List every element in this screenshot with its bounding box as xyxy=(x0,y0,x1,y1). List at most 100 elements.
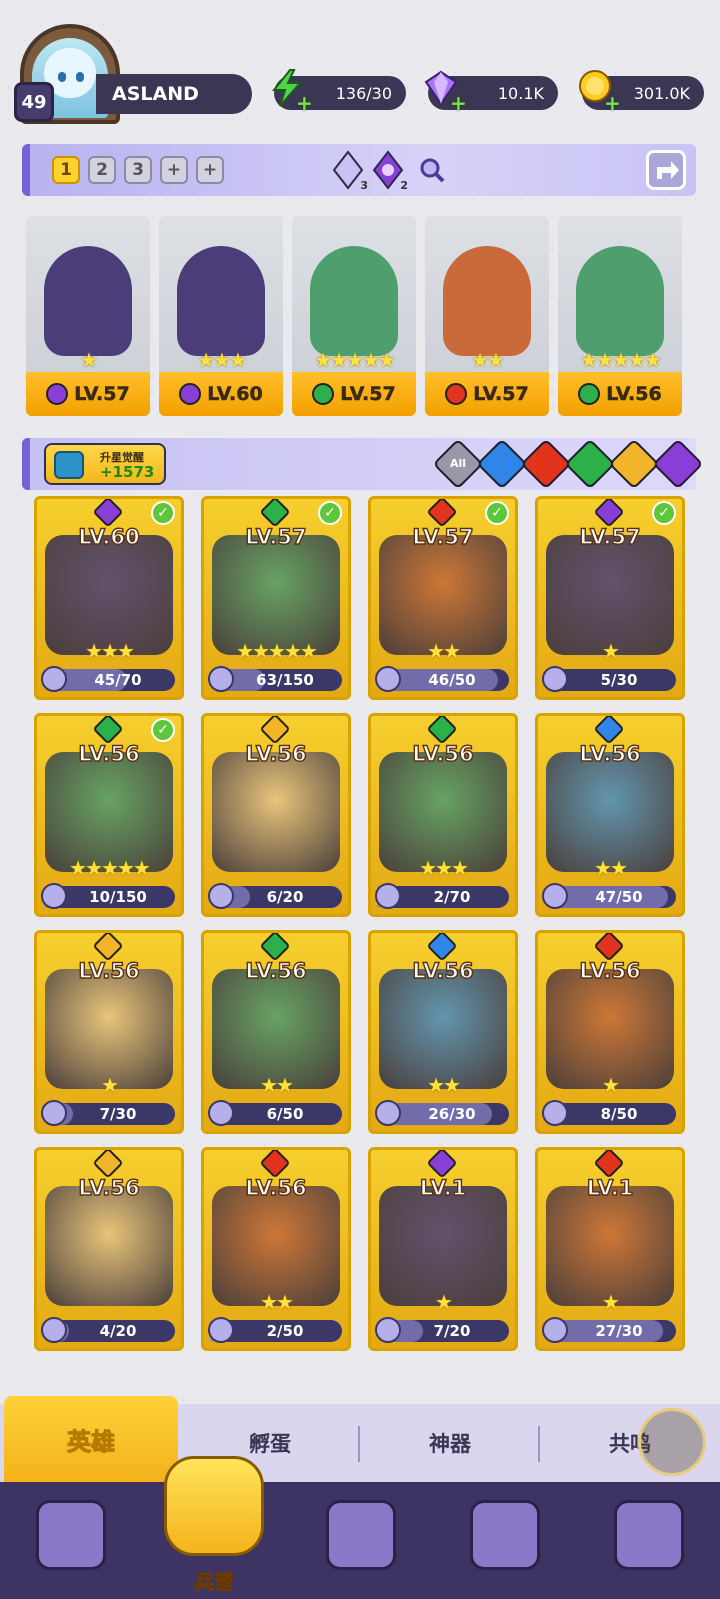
dark-element-icon xyxy=(92,499,124,528)
shard-progress: 45/70 xyxy=(41,666,175,692)
hero-card[interactable]: ✓ LV.57 ★ 5/30 xyxy=(535,496,685,700)
hero-card[interactable]: LV.56 ★★ 6/50 xyxy=(201,930,351,1134)
dark-crystal-icon[interactable]: 2 xyxy=(370,150,408,192)
hero-level: LV.56 xyxy=(245,741,308,766)
hero-portrait xyxy=(443,246,531,356)
hero-level: LV.57 xyxy=(245,524,308,549)
nav-castle[interactable] xyxy=(460,1500,550,1584)
hero-card[interactable]: ✓ LV.57 ★★★★★ 63/150 xyxy=(201,496,351,700)
tab-artifacts[interactable]: 神器 xyxy=(360,1404,540,1482)
team-hero-card[interactable]: ★★★ LV.60 xyxy=(159,216,283,416)
shard-progress: 5/30 xyxy=(542,666,676,692)
team-hero-card[interactable]: ★★★★★ LV.57 xyxy=(292,216,416,416)
nature-element-icon xyxy=(92,716,124,745)
hero-stars: ★★★★★ xyxy=(236,639,318,663)
hero-card[interactable]: ✓ LV.56 ★★★★★ 10/150 xyxy=(34,713,184,917)
hero-card[interactable]: ✓ LV.57 ★★ 46/50 xyxy=(368,496,518,700)
dark-element-icon xyxy=(179,383,202,405)
team-slot-add-1[interactable]: + xyxy=(160,156,188,184)
hero-level: LV.56 xyxy=(245,958,308,983)
shard-icon xyxy=(41,666,67,692)
hero-art xyxy=(379,535,507,655)
energy-counter[interactable]: + 136/30 xyxy=(271,69,406,113)
crystal-icon[interactable]: 3 xyxy=(330,150,368,192)
team-hero-level: LV.60 xyxy=(207,383,263,406)
nav-map[interactable] xyxy=(316,1500,406,1584)
hero-stars: ★★ xyxy=(427,639,461,663)
fire-element-icon xyxy=(426,499,458,528)
energy-value: 136/30 xyxy=(335,83,392,103)
shard-progress: 46/50 xyxy=(375,666,509,692)
filter-all[interactable]: All xyxy=(432,438,484,490)
team-slot-1[interactable]: 1 xyxy=(52,156,80,184)
hero-level: LV.57 xyxy=(579,524,642,549)
energy-plus-icon[interactable]: + xyxy=(296,93,314,113)
hero-art xyxy=(212,969,340,1089)
nature-element-icon xyxy=(426,716,458,745)
hero-level: LV.56 xyxy=(78,1175,141,1200)
hero-card[interactable]: LV.1 ★ 7/20 xyxy=(368,1147,518,1351)
team-slot-2[interactable]: 2 xyxy=(88,156,116,184)
shard-icon xyxy=(375,883,401,909)
hero-card[interactable]: LV.56 ★★★ 2/70 xyxy=(368,713,518,917)
shard-progress: 4/20 xyxy=(41,1317,175,1343)
nav-shop[interactable] xyxy=(604,1500,694,1584)
hero-card[interactable]: LV.56 ★★ 26/30 xyxy=(368,930,518,1134)
filter-nature-icon[interactable] xyxy=(564,438,616,490)
team-slot-add-2[interactable]: + xyxy=(196,156,224,184)
coin-plus-icon[interactable]: + xyxy=(604,93,622,113)
filter-fire-icon[interactable] xyxy=(520,438,572,490)
hero-art xyxy=(212,752,340,872)
floating-assist-button[interactable] xyxy=(638,1408,706,1476)
team-hero-card[interactable]: ★★★★★ LV.56 xyxy=(558,216,682,416)
shard-progress-value: 47/50 xyxy=(595,888,643,906)
share-button[interactable] xyxy=(646,150,686,190)
team-hero-card[interactable]: ★ LV.57 xyxy=(26,216,150,416)
shard-icon xyxy=(208,1100,234,1126)
nature-element-icon xyxy=(259,499,291,528)
hero-level: LV.1 xyxy=(419,1175,467,1200)
hero-art xyxy=(546,535,674,655)
dark-crystal-count: 2 xyxy=(400,179,408,192)
hero-level: LV.56 xyxy=(579,958,642,983)
nav-barracks[interactable]: 兵营 xyxy=(160,1448,268,1598)
hero-stars: ★★★ xyxy=(419,856,469,880)
shard-icon xyxy=(208,1317,234,1343)
team-hero-level: LV.57 xyxy=(340,383,396,406)
team-slot-3[interactable]: 3 xyxy=(124,156,152,184)
team-bar: 1 2 3 + + 3 2 xyxy=(22,144,696,196)
hero-card[interactable]: LV.56 4/20 xyxy=(34,1147,184,1351)
gem-plus-icon[interactable]: + xyxy=(450,93,468,113)
filter-light-icon[interactable] xyxy=(608,438,660,490)
check-icon: ✓ xyxy=(151,718,175,742)
tab-heroes[interactable]: 英雄 xyxy=(4,1396,178,1482)
filter-bar: 升星觉醒 +1573 All xyxy=(22,438,704,490)
filter-dark-icon[interactable] xyxy=(652,438,704,490)
hero-art xyxy=(45,969,173,1089)
hero-card[interactable]: LV.1 ★ 27/30 xyxy=(535,1147,685,1351)
hero-card[interactable]: LV.56 6/20 xyxy=(201,713,351,917)
hero-card[interactable]: LV.56 ★ 8/50 xyxy=(535,930,685,1134)
hero-stars: ★★★★★ xyxy=(580,348,662,372)
hero-card[interactable]: ✓ LV.60 ★★★ 45/70 xyxy=(34,496,184,700)
coin-counter[interactable]: + 301.0K xyxy=(579,70,704,113)
hero-card[interactable]: LV.56 ★★ 47/50 xyxy=(535,713,685,917)
hero-stars: ★★★★★ xyxy=(314,348,396,372)
gem-counter[interactable]: + 10.1K xyxy=(424,70,558,113)
hero-stars: ★ xyxy=(602,639,620,663)
hero-level: LV.56 xyxy=(78,958,141,983)
search-icon[interactable] xyxy=(418,156,446,184)
star-awaken-button[interactable]: 升星觉醒 +1573 xyxy=(44,443,166,485)
team-hero-card[interactable]: ★★ LV.57 xyxy=(425,216,549,416)
shard-icon xyxy=(208,883,234,909)
shard-progress-value: 5/30 xyxy=(600,671,638,689)
nav-cards[interactable] xyxy=(26,1500,116,1584)
player-level: 49 xyxy=(14,82,54,122)
hero-card[interactable]: LV.56 ★★ 2/50 xyxy=(201,1147,351,1351)
hero-card[interactable]: LV.56 ★ 7/30 xyxy=(34,930,184,1134)
bottom-nav xyxy=(0,1482,720,1599)
shard-icon xyxy=(375,666,401,692)
player-name: ASLAND xyxy=(96,74,252,114)
filter-water-icon[interactable] xyxy=(476,438,528,490)
water-element-icon xyxy=(593,716,625,745)
